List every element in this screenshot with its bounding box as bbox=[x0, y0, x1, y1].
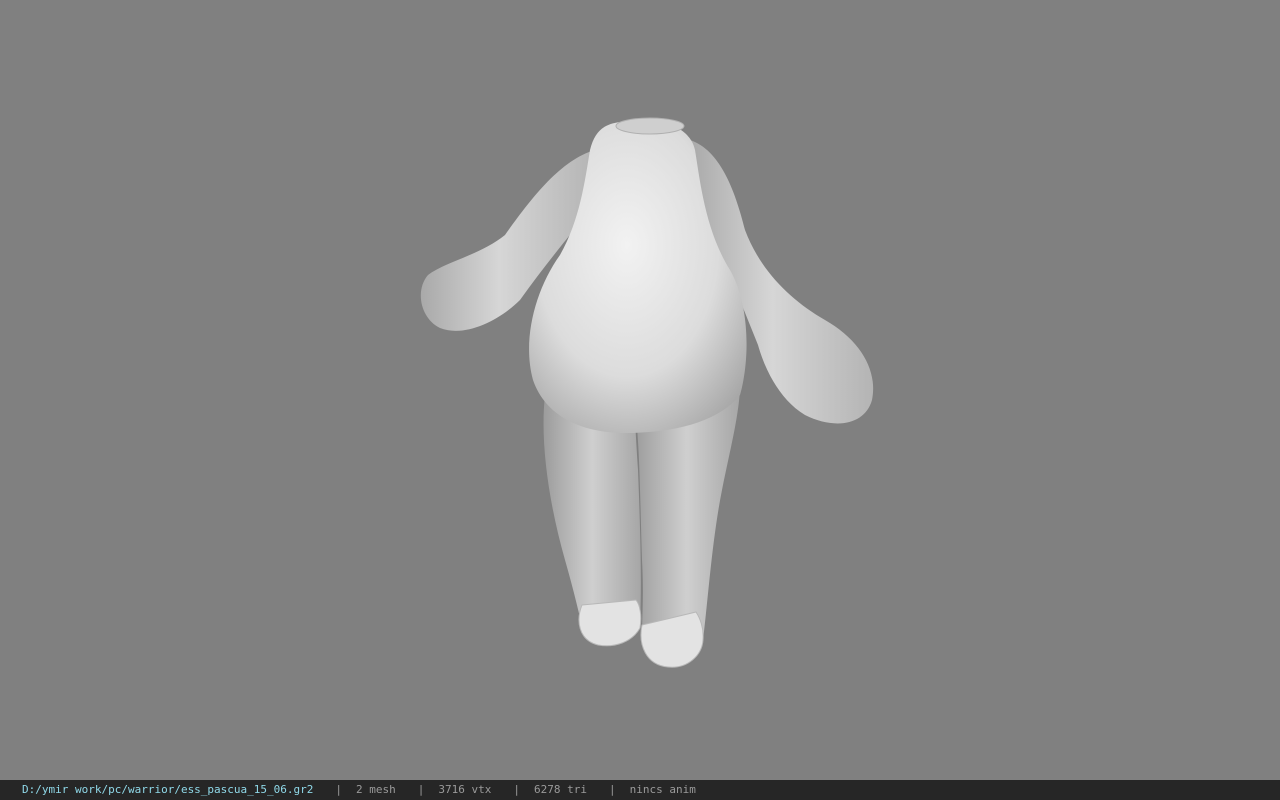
model-render bbox=[420, 117, 874, 668]
separator: | bbox=[609, 783, 616, 796]
animation-status: nincs anim bbox=[629, 783, 696, 796]
triangle-count: 6278 tri bbox=[534, 783, 587, 796]
status-bar: D:/ymir work/pc/warrior/ess_pascua_15_06… bbox=[0, 780, 1280, 800]
left-foot bbox=[578, 599, 642, 647]
3d-viewport[interactable] bbox=[0, 0, 1280, 780]
neck-opening bbox=[615, 117, 685, 135]
separator: | bbox=[513, 783, 521, 796]
mesh-count: 2 mesh bbox=[356, 783, 396, 796]
separator: | bbox=[417, 783, 425, 796]
separator: | bbox=[335, 783, 343, 796]
file-path: D:/ymir work/pc/warrior/ess_pascua_15_06… bbox=[22, 783, 314, 796]
vertex-count: 3716 vtx bbox=[438, 783, 492, 796]
